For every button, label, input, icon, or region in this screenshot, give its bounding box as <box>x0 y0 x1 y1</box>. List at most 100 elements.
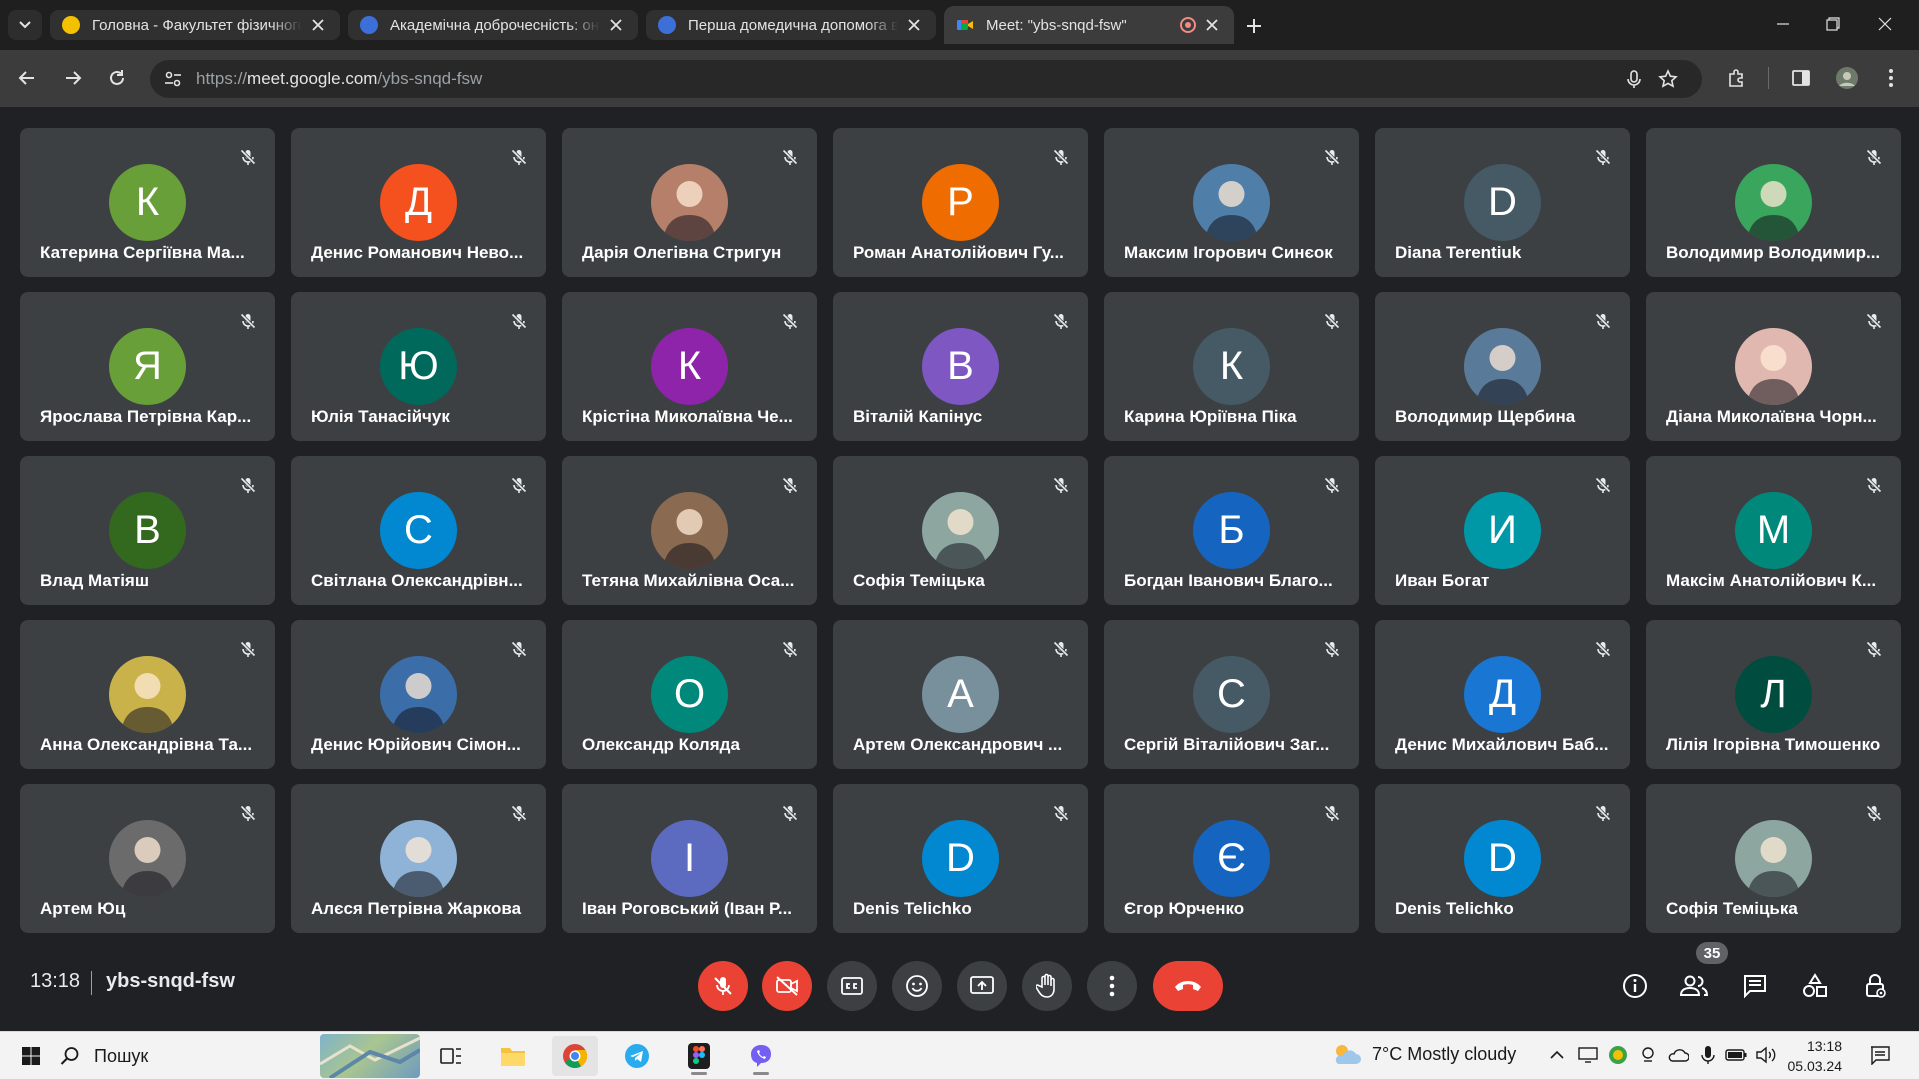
participant-tile[interactable]: К Катерина Сергіївна Ма... <box>20 128 275 277</box>
participant-tile[interactable]: С Сергій Віталійович Заг... <box>1104 620 1359 769</box>
close-icon[interactable] <box>1202 15 1222 35</box>
browser-menu-button[interactable] <box>1876 63 1906 93</box>
participant-tile[interactable]: Денис Юрійович Сімон... <box>291 620 546 769</box>
participant-tile[interactable]: Софія Теміцька <box>1646 784 1901 933</box>
figma-app[interactable] <box>676 1036 722 1076</box>
meet-control-bar: 13:18 ybs-snqd-fsw 35 <box>0 937 1919 1031</box>
tray-onedrive-icon[interactable] <box>1667 1044 1689 1066</box>
tray-microphone-icon[interactable] <box>1697 1044 1719 1066</box>
hang-up-icon <box>1175 981 1201 991</box>
microphone-icon[interactable] <box>1624 69 1644 89</box>
chat-button[interactable] <box>1735 966 1775 1006</box>
participant-tile[interactable]: И Иван Богат <box>1375 456 1630 605</box>
more-options-button[interactable] <box>1087 961 1137 1011</box>
participant-tile[interactable]: Володимир Володимир... <box>1646 128 1901 277</box>
minimize-window-button[interactable] <box>1760 8 1806 40</box>
participant-tile[interactable]: Максим Ігорович Синєок <box>1104 128 1359 277</box>
reactions-button[interactable] <box>892 961 942 1011</box>
browser-tab-1[interactable]: Головна - Факультет фізичного <box>50 6 340 44</box>
camera-toggle-button[interactable] <box>762 961 812 1011</box>
participant-tile[interactable]: Тетяна Михайлівна Оса... <box>562 456 817 605</box>
taskbar-search[interactable]: Пошук <box>60 1036 320 1076</box>
task-view-button[interactable] <box>428 1036 474 1076</box>
tray-app-icon[interactable] <box>1607 1044 1629 1066</box>
participant-tile[interactable]: Анна Олександрівна Та... <box>20 620 275 769</box>
close-window-button[interactable] <box>1862 8 1908 40</box>
participant-tile[interactable]: О Олександр Коляда <box>562 620 817 769</box>
tab-search-button[interactable] <box>8 10 42 40</box>
new-tab-button[interactable] <box>1240 12 1268 40</box>
meeting-details-button[interactable] <box>1615 966 1655 1006</box>
participant-name: Світлана Олександрівн... <box>311 571 523 590</box>
tray-display-icon[interactable] <box>1577 1044 1599 1066</box>
participant-tile[interactable]: D Diana Terentiuk <box>1375 128 1630 277</box>
bookmark-star-icon[interactable] <box>1658 69 1678 89</box>
participant-tile[interactable]: Дарія Олегівна Стригун <box>562 128 817 277</box>
forward-button[interactable] <box>58 63 88 93</box>
participant-tile[interactable]: Діана Миколаївна Чорн... <box>1646 292 1901 441</box>
tray-volume-icon[interactable] <box>1755 1044 1777 1066</box>
participant-tile[interactable]: Алєся Петрівна Жаркова <box>291 784 546 933</box>
participant-tile[interactable]: Р Роман Анатолійович Гу... <box>833 128 1088 277</box>
present-screen-button[interactable] <box>957 961 1007 1011</box>
participant-tile[interactable]: Б Богдан Іванович Благо... <box>1104 456 1359 605</box>
browser-tab-2[interactable]: Академічна доброчесність: он <box>348 6 638 44</box>
participant-tile[interactable]: К Карина Юріївна Піка <box>1104 292 1359 441</box>
participant-tile[interactable]: Л Лілія Ігорівна Тимошенко <box>1646 620 1901 769</box>
participant-tile[interactable]: Ю Юлія Танасійчук <box>291 292 546 441</box>
participant-tile[interactable]: М Максім Анатолійович К... <box>1646 456 1901 605</box>
folder-icon <box>501 1048 525 1066</box>
host-controls-button[interactable] <box>1855 966 1895 1006</box>
participant-name: Максим Ігорович Синєок <box>1124 243 1333 262</box>
restore-window-button[interactable] <box>1810 8 1856 40</box>
raise-hand-button[interactable] <box>1022 961 1072 1011</box>
participant-tile[interactable]: В Віталій Капінус <box>833 292 1088 441</box>
notifications-button[interactable] <box>1869 1044 1891 1066</box>
participant-tile[interactable]: А Артем Олександрович ... <box>833 620 1088 769</box>
start-button[interactable] <box>8 1036 54 1076</box>
browser-tab-3[interactable]: Перша домедична допомога в <box>646 6 936 44</box>
reload-button[interactable] <box>102 63 132 93</box>
participant-tile[interactable]: В Влад Матіяш <box>20 456 275 605</box>
address-bar[interactable]: https://meet.google.com/ybs-snqd-fsw <box>150 60 1702 98</box>
participant-tile[interactable]: Я Ярослава Петрівна Кар... <box>20 292 275 441</box>
microphone-toggle-button[interactable] <box>698 961 748 1011</box>
system-clock[interactable]: 13:18 05.03.24 <box>1782 1036 1843 1076</box>
participant-tile[interactable]: Софія Теміцька <box>833 456 1088 605</box>
side-panel-button[interactable] <box>1786 63 1816 93</box>
activities-button[interactable] <box>1795 966 1835 1006</box>
file-explorer-app[interactable] <box>490 1036 536 1076</box>
close-icon[interactable] <box>308 15 328 35</box>
show-hidden-icons-button[interactable] <box>1546 1044 1568 1066</box>
participant-tile[interactable]: Артем Юц <box>20 784 275 933</box>
participant-tile[interactable]: К Крістіна Миколаївна Че... <box>562 292 817 441</box>
extensions-button[interactable] <box>1722 63 1752 93</box>
leave-call-button[interactable] <box>1153 961 1223 1011</box>
browser-tab-meet[interactable]: Meet: "ybs-snqd-fsw" <box>944 6 1234 44</box>
site-settings-icon[interactable] <box>164 70 182 88</box>
weather-widget[interactable]: 7°C Mostly cloudy <box>1330 1042 1516 1066</box>
chrome-app[interactable] <box>552 1036 598 1076</box>
tray-camera-icon[interactable] <box>1637 1044 1659 1066</box>
back-button[interactable] <box>12 63 42 93</box>
participant-tile[interactable]: С Світлана Олександрівн... <box>291 456 546 605</box>
participant-tile[interactable]: Д Денис Романович Нево... <box>291 128 546 277</box>
telegram-app[interactable] <box>614 1036 660 1076</box>
captions-button[interactable] <box>827 961 877 1011</box>
participant-tile[interactable]: Є Єгор Юрченко <box>1104 784 1359 933</box>
participant-name: Богдан Іванович Благо... <box>1124 571 1333 590</box>
mic-muted-icon <box>1594 312 1612 330</box>
search-highlight-image[interactable] <box>320 1034 420 1078</box>
participant-photo-avatar <box>651 492 728 569</box>
participant-tile[interactable]: І Іван Роговський (Іван Р... <box>562 784 817 933</box>
participant-tile[interactable]: D Denis Telichko <box>1375 784 1630 933</box>
participant-tile[interactable]: Д Денис Михайлович Баб... <box>1375 620 1630 769</box>
close-icon[interactable] <box>904 15 924 35</box>
close-icon[interactable] <box>606 15 626 35</box>
participant-tile[interactable]: D Denis Telichko <box>833 784 1088 933</box>
profile-button[interactable] <box>1832 63 1862 93</box>
tray-battery-icon[interactable] <box>1725 1044 1747 1066</box>
viber-app[interactable] <box>738 1036 784 1076</box>
participant-tile[interactable]: Володимир Щербина <box>1375 292 1630 441</box>
people-button[interactable] <box>1674 966 1714 1006</box>
